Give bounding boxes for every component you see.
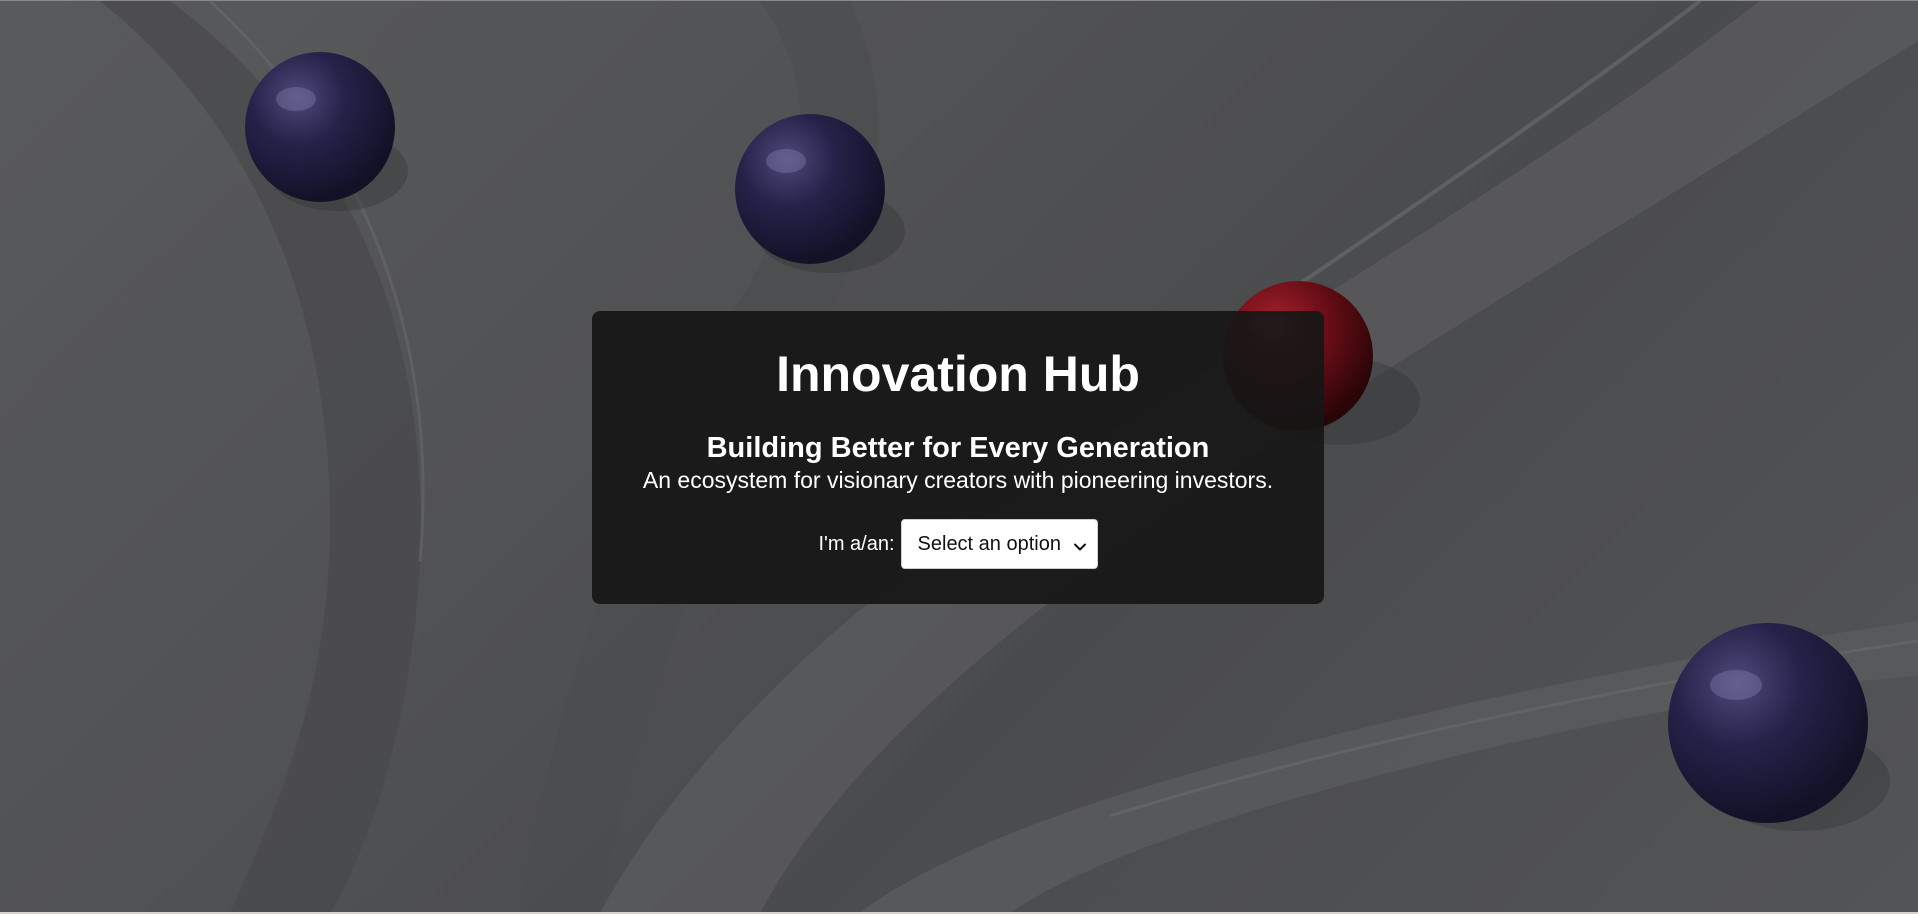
hero-card: Innovation Hub Building Better for Every… bbox=[592, 311, 1324, 604]
role-label: I'm a/an: bbox=[818, 532, 895, 555]
hero-subtitle: Building Better for Every Generation bbox=[706, 432, 1210, 464]
role-select-value: Select an option bbox=[917, 532, 1061, 555]
hero-description: An ecosystem for visionary creators with… bbox=[642, 467, 1274, 493]
page-title: Innovation Hub bbox=[776, 346, 1140, 402]
blue-marble-3 bbox=[1668, 623, 1868, 823]
blue-marble-2 bbox=[735, 114, 885, 264]
page-viewport: Innovation Hub Building Better for Every… bbox=[0, 0, 1918, 912]
role-select[interactable]: Select an option bbox=[900, 519, 1098, 569]
role-selector-row: I'm a/an: Select an option bbox=[592, 519, 1324, 569]
blue-marble-1 bbox=[245, 52, 395, 202]
chevron-down-icon bbox=[1073, 537, 1087, 551]
